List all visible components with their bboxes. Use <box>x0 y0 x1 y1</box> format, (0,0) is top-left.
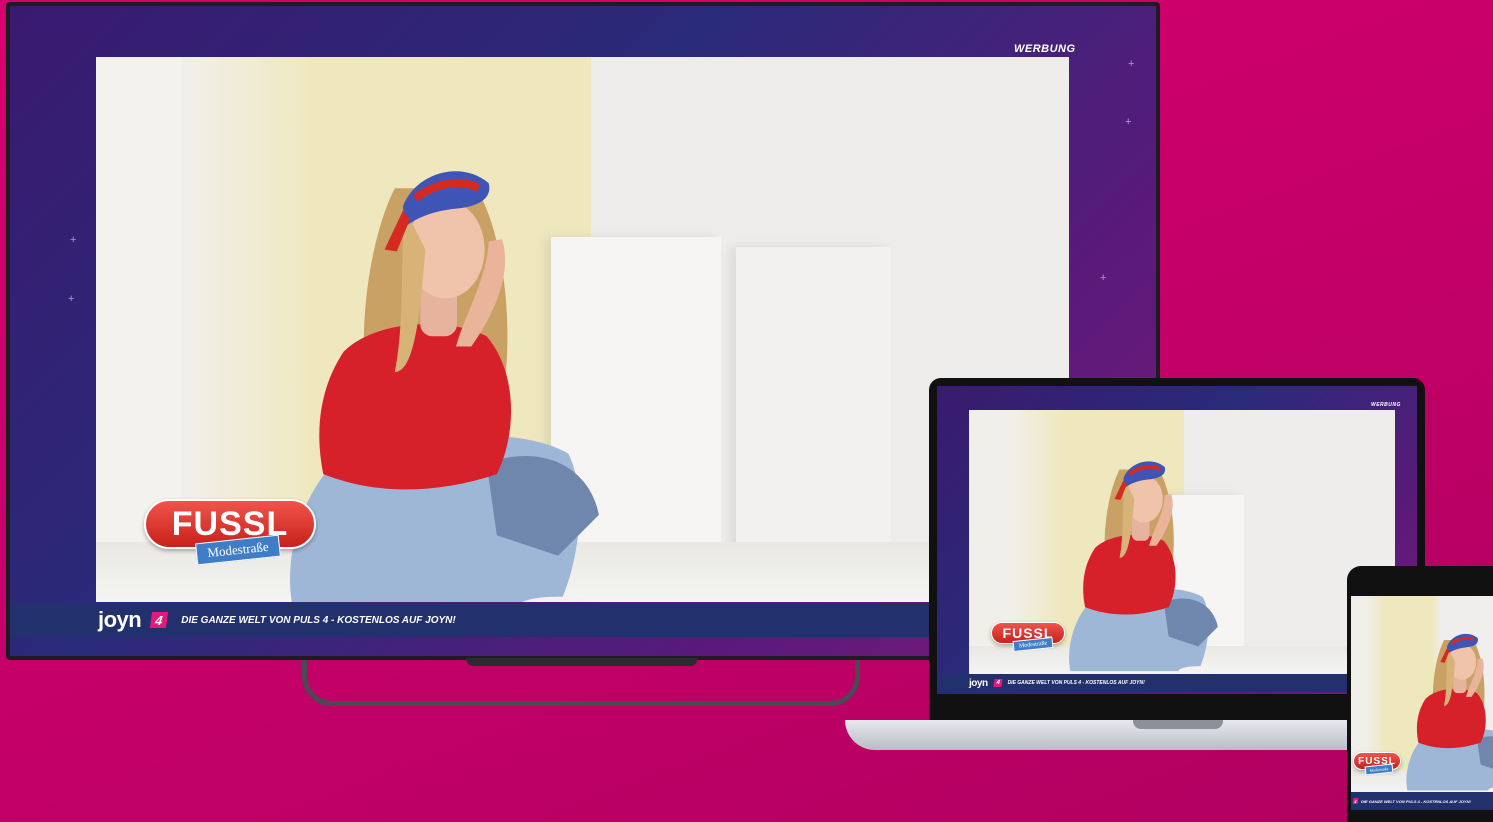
sparkle-icon: + <box>70 234 77 246</box>
model-image <box>1391 618 1493 792</box>
model-image <box>1049 440 1249 674</box>
laptop-hinge-notch <box>1133 720 1223 729</box>
laptop-screen: WERBUNG FUSSL Modestraße joyn 4 DIE GANZ… <box>937 386 1417 694</box>
tv-stand <box>302 660 860 706</box>
ad-video-frame: FUSSL Modestraße <box>969 410 1395 674</box>
ticker-text: DIE GANZE WELT VON PULS 4 - KOSTENLOS AU… <box>181 614 456 626</box>
sparkle-icon: + <box>1125 116 1132 128</box>
ticker-bar: joyn 4 DIE GANZE WELT VON PULS 4 - KOSTE… <box>937 674 1417 692</box>
sparkle-icon: + <box>1100 272 1107 284</box>
advertiser-logo: FUSSL Modestraße <box>144 499 316 566</box>
channel-badge: 4 <box>993 679 1003 687</box>
ad-video-frame: FUSSL Modestraße <box>96 57 1069 602</box>
ticker-text: DIE GANZE WELT VON PULS 4 - KOSTENLOS AU… <box>1007 680 1145 686</box>
tablet-screen: FUSSL Modestraße 4 DIE GANZE WELT VON PU… <box>1351 596 1493 810</box>
ad-label: WERBUNG <box>1014 43 1076 55</box>
sparkle-icon: + <box>1128 58 1135 70</box>
sparkle-icon: + <box>68 293 75 305</box>
joyn-logo: joyn <box>969 677 988 689</box>
tablet-device: FUSSL Modestraße 4 DIE GANZE WELT VON PU… <box>1347 566 1493 822</box>
ad-label: WERBUNG <box>1371 402 1401 408</box>
ad-video-frame: FUSSL Modestraße <box>1351 596 1493 792</box>
channel-badge: 4 <box>150 612 169 628</box>
ticker-text: DIE GANZE WELT VON PULS 4 - KOSTENLOS AU… <box>1361 798 1471 804</box>
advertiser-logo: FUSSL Modestraße <box>1353 752 1401 776</box>
advertiser-logo: FUSSL Modestraße <box>991 622 1065 653</box>
ticker-bar: 4 DIE GANZE WELT VON PULS 4 - KOSTENLOS … <box>1351 792 1493 810</box>
joyn-logo: joyn <box>98 607 142 632</box>
channel-badge: 4 <box>1352 798 1359 804</box>
